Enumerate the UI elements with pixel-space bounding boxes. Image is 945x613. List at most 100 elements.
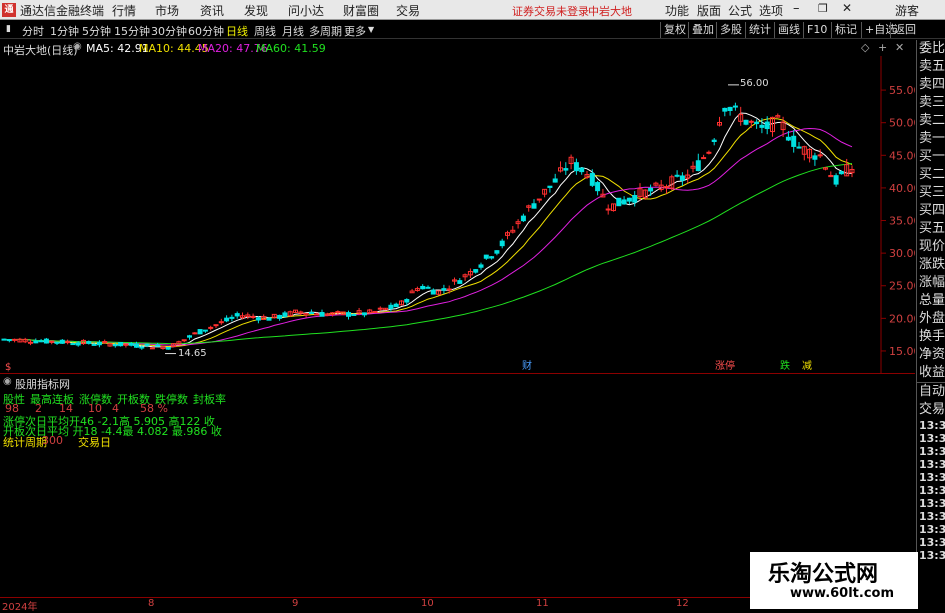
sidebar-item[interactable]: 买四 <box>917 202 945 220</box>
btn-biaoji[interactable]: 标记 <box>831 22 860 38</box>
settings-circle-icon[interactable]: ◉ <box>73 41 82 52</box>
menu-gongshi[interactable]: 公式 <box>728 2 752 19</box>
close-icon[interactable]: ✕ <box>842 1 852 15</box>
sidebar-item[interactable]: 买三 <box>917 184 945 202</box>
sidebar-item[interactable]: 13:39 <box>917 536 945 549</box>
sidebar-item[interactable]: 自动 <box>917 382 945 401</box>
sidebar-item[interactable]: 涨跌 <box>917 256 945 274</box>
sidebar-item[interactable]: 13:37 <box>917 458 945 471</box>
restore-icon[interactable]: ❐ <box>818 2 828 15</box>
more-dropdown-icon[interactable]: ▼ <box>368 25 374 34</box>
sidebar-item[interactable]: 卖五 <box>917 58 945 76</box>
sidebar-item[interactable]: 13:39 <box>917 523 945 536</box>
pan-left-icon[interactable]: ◇ <box>861 41 869 54</box>
period-multi[interactable]: 多周期 <box>309 23 342 39</box>
candle-body <box>250 315 256 318</box>
period-daily[interactable]: 日线 <box>226 23 248 39</box>
period-5min[interactable]: 5分钟 <box>82 23 111 39</box>
sidebar-item[interactable]: 13:37 <box>917 445 945 458</box>
candle-body <box>202 329 208 332</box>
btn-tongji[interactable]: 统计 <box>745 22 774 38</box>
candle-body <box>372 310 378 313</box>
btn-fanhui[interactable]: 返回 <box>890 22 919 38</box>
menu-hangqing[interactable]: 行情 <box>112 2 136 19</box>
menu-gongneng[interactable]: 功能 <box>665 2 689 19</box>
sidebar-item[interactable]: 13:38 <box>917 497 945 510</box>
candle-body <box>197 329 203 335</box>
menu-jiaoyi[interactable]: 交易 <box>396 2 420 19</box>
sidebar-item[interactable]: 13:38 <box>917 471 945 484</box>
btn-diejia[interactable]: 叠加 <box>688 22 717 38</box>
menu-caifuquan[interactable]: 财富圈 <box>343 2 379 19</box>
sidebar-item[interactable]: 卖四 <box>917 76 945 94</box>
period-30min[interactable]: 30分钟 <box>151 23 187 39</box>
close-panel-icon[interactable]: ✕ <box>895 41 904 54</box>
btn-duogu[interactable]: 多股 <box>716 22 745 38</box>
date-label-year: 2024年 <box>2 602 38 613</box>
sidebar-item[interactable]: 外盘 <box>917 310 945 328</box>
candle-body <box>351 313 357 316</box>
indicator-settings-icon[interactable]: ◉ <box>3 376 12 387</box>
period-fenshi[interactable]: 分时 <box>22 23 44 39</box>
kline-chart[interactable]: 55.00 50.00 45.00 40.00 35.00 30.00 25.00 20.00… <box>0 56 921 374</box>
period-monthly[interactable]: 月线 <box>282 23 304 39</box>
sidebar-item[interactable]: 收益 <box>917 364 945 382</box>
sidebar-item[interactable]: 卖三 <box>917 94 945 112</box>
menu-wenxiaoda[interactable]: 问小达 <box>288 2 324 19</box>
candle-body <box>335 311 341 314</box>
candle-body <box>430 289 436 295</box>
y-tick-label: 15.00 <box>889 345 915 358</box>
btn-fuquan[interactable]: 复权 <box>660 22 689 38</box>
candle-body <box>520 215 526 222</box>
sidebar-item[interactable]: 买五 <box>917 220 945 238</box>
sidebar-item[interactable]: 交易 <box>917 401 945 419</box>
candle-body <box>494 250 500 254</box>
period-more[interactable]: 更多 <box>344 23 366 39</box>
menu-shichang[interactable]: 市场 <box>155 2 179 19</box>
y-tick-label: 25.00 <box>889 280 915 293</box>
period-weekly[interactable]: 周线 <box>254 23 276 39</box>
sidebar-item[interactable]: 13:39 <box>917 549 945 562</box>
sidebar-item[interactable]: 涨幅 <box>917 274 945 292</box>
sidebar-item[interactable]: 13:38 <box>917 484 945 497</box>
sidebar-item[interactable]: 委比 <box>917 40 945 58</box>
indicator-title[interactable]: 股朋指标网 <box>15 376 70 392</box>
sidebar-item[interactable]: 13:38 <box>917 510 945 523</box>
candle-body <box>695 160 701 172</box>
menu-toggle-icon[interactable]: ▮ <box>6 24 11 34</box>
candle-body <box>277 314 283 319</box>
period-15min[interactable]: 15分钟 <box>114 23 150 39</box>
sidebar-item[interactable]: 13:37 <box>917 419 945 432</box>
menu-banmian[interactable]: 版面 <box>697 2 721 19</box>
sidebar-item[interactable]: 卖二 <box>917 112 945 130</box>
candle-body <box>595 182 601 192</box>
minimize-icon[interactable]: – <box>793 1 800 16</box>
btn-huaxian[interactable]: 画线 <box>774 22 803 38</box>
candle-body <box>155 344 161 347</box>
sidebar-item[interactable]: 买二 <box>917 166 945 184</box>
btn-f10[interactable]: F10 <box>803 22 830 38</box>
candle-body <box>266 317 272 321</box>
sidebar-item[interactable]: 买一 <box>917 148 945 166</box>
candle-body <box>701 157 707 160</box>
indicator-period-label: 统计周期 <box>3 436 47 449</box>
guest-label[interactable]: 游客 <box>895 2 919 19</box>
candle-body <box>112 344 118 347</box>
menu-xuanxiang[interactable]: 选项 <box>759 2 783 19</box>
sidebar-item[interactable]: 卖一 <box>917 130 945 148</box>
login-status[interactable]: 证券交易未登录 <box>512 3 589 19</box>
sidebar-item[interactable]: 换手 <box>917 328 945 346</box>
watermark-name: 乐淘公式网 <box>768 562 879 587</box>
period-60min[interactable]: 60分钟 <box>188 23 224 39</box>
candle-body <box>817 154 823 157</box>
zoom-in-icon[interactable]: + <box>878 41 887 54</box>
candle-body <box>457 280 463 284</box>
period-1min[interactable]: 1分钟 <box>50 23 79 39</box>
sidebar-item[interactable]: 净资 <box>917 346 945 364</box>
sidebar-item[interactable]: 13:37 <box>917 432 945 445</box>
menu-faxian[interactable]: 发现 <box>244 2 268 19</box>
sidebar-item[interactable]: 总量 <box>917 292 945 310</box>
candle-body <box>75 342 81 346</box>
menu-zixun[interactable]: 资讯 <box>200 2 224 19</box>
sidebar-item[interactable]: 现价 <box>917 238 945 256</box>
